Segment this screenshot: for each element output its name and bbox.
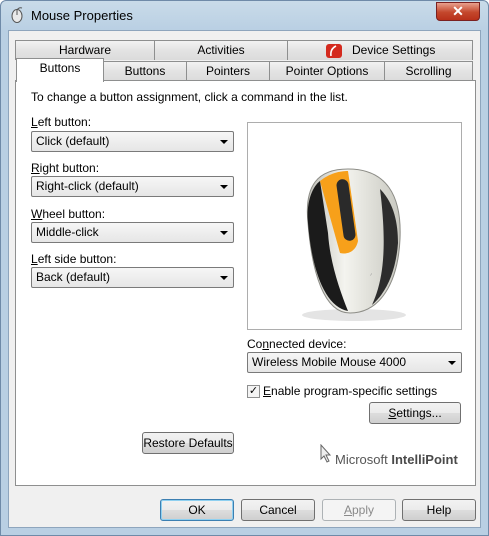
chevron-down-icon: [448, 361, 456, 365]
left-side-button-select[interactable]: Back (default): [31, 267, 234, 288]
right-button-value: Right-click (default): [36, 179, 139, 193]
tab-label: Device Settings: [351, 43, 436, 57]
tab-label: Pointers: [205, 64, 251, 78]
left-button-select[interactable]: Click (default): [31, 131, 234, 152]
device-settings-icon: [325, 43, 342, 58]
tab-hardware[interactable]: Hardware: [15, 40, 155, 60]
chevron-down-icon: [220, 140, 228, 144]
mouse-app-icon: [11, 7, 23, 23]
enable-program-specific-checkbox[interactable]: ✓: [247, 385, 260, 398]
restore-defaults-button[interactable]: Restore Defaults: [142, 432, 234, 454]
apply-button[interactable]: Apply: [322, 499, 396, 521]
intellipoint-cursor-icon: [320, 444, 332, 463]
tab-label: Pointer Options: [285, 64, 369, 78]
window-title: Mouse Properties: [31, 8, 133, 23]
tab-device-settings[interactable]: Device Settings: [287, 40, 473, 60]
tab-pointers[interactable]: Pointers: [186, 61, 270, 81]
close-icon: ✕: [452, 3, 464, 19]
tab-label: Activities: [197, 43, 245, 57]
instructions-text: To change a button assignment, click a c…: [31, 90, 348, 104]
help-button[interactable]: Help: [402, 499, 476, 521]
title-bar: Mouse Properties ✕: [1, 1, 488, 29]
connected-device-value: Wireless Mobile Mouse 4000: [252, 355, 407, 369]
checkmark-icon: ✓: [248, 385, 259, 397]
dialog-client: Hardware Activities Device Settings Butt…: [8, 30, 481, 528]
cancel-button[interactable]: Cancel: [241, 499, 315, 521]
left-side-button-label: Left side button:: [31, 252, 117, 266]
chevron-down-icon: [220, 276, 228, 280]
tab-activities[interactable]: Activities: [154, 40, 288, 60]
chevron-down-icon: [220, 185, 228, 189]
wheel-button-label: Wheel button:: [31, 207, 106, 221]
left-side-button-value: Back (default): [36, 270, 111, 284]
close-button[interactable]: ✕: [436, 2, 480, 21]
tab-label: Buttons: [124, 64, 166, 78]
buttons-tab-panel: To change a button assignment, click a c…: [15, 80, 476, 486]
connected-device-select[interactable]: Wireless Mobile Mouse 4000: [247, 352, 462, 373]
tab-label: Buttons: [39, 61, 81, 75]
wheel-button-value: Middle-click: [36, 225, 99, 239]
wheel-button-select[interactable]: Middle-click: [31, 222, 234, 243]
tab-label: Scrolling: [405, 64, 452, 78]
mouse-image: ~: [302, 168, 406, 321]
intellipoint-brand: Microsoft IntelliPoint: [335, 452, 458, 467]
connected-device-label: Connected device:: [247, 337, 347, 351]
tab-strip: Hardware Activities Device Settings Butt…: [9, 31, 482, 83]
chevron-down-icon: [220, 231, 228, 235]
ok-button[interactable]: OK: [160, 499, 234, 521]
left-button-value: Click (default): [36, 134, 110, 148]
tab-pointer-options[interactable]: Pointer Options: [269, 61, 385, 81]
tab-buttons[interactable]: Buttons: [103, 61, 187, 81]
left-button-label: Left button:: [31, 115, 92, 129]
tab-buttons-active[interactable]: Buttons: [16, 58, 104, 82]
right-button-label: Right button:: [31, 161, 100, 175]
tab-label: Hardware: [58, 43, 112, 57]
enable-program-specific-label[interactable]: Enable program-specific settings: [263, 384, 437, 398]
settings-button[interactable]: Settings...: [369, 402, 461, 424]
tab-scrolling[interactable]: Scrolling: [384, 61, 473, 81]
right-button-select[interactable]: Right-click (default): [31, 176, 234, 197]
mouse-preview: ~: [247, 122, 462, 330]
mouse-properties-window: Mouse Properties ✕ Hardware Activities D…: [0, 0, 489, 536]
